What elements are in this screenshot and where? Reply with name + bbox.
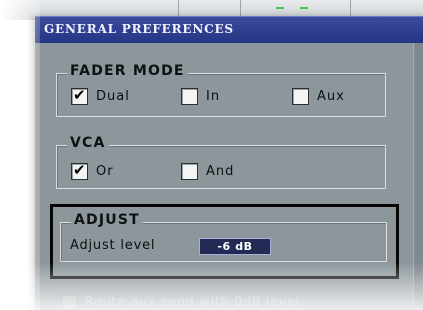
- vca-title: VCA: [67, 135, 109, 151]
- meter-indicator-icon: [300, 7, 308, 9]
- and-label: And: [206, 163, 235, 179]
- fader-mode-in-option[interactable]: In: [181, 87, 220, 105]
- dual-checkbox[interactable]: ✔: [71, 85, 88, 105]
- check-icon: ✔: [73, 160, 86, 179]
- fader-mode-dual-option[interactable]: ✔ Dual: [71, 85, 130, 105]
- route-aux-option[interactable]: Route aux send with 0dB level: [62, 295, 300, 310]
- check-icon: ✔: [73, 85, 86, 104]
- fader-mode-title: FADER MODE: [67, 63, 188, 79]
- vca-or-option[interactable]: ✔ Or: [71, 160, 114, 180]
- adjust-level-label: Adjust level: [70, 238, 156, 253]
- in-label: In: [206, 88, 221, 104]
- or-checkbox[interactable]: ✔: [71, 160, 88, 180]
- meter-indicator-icon: [276, 7, 284, 9]
- screen: GENERAL PREFERENCES FADER MODE ✔ Dual In…: [0, 0, 423, 310]
- or-label: Or: [96, 163, 114, 179]
- left-edge-fade: [0, 0, 40, 310]
- vca-and-option[interactable]: And: [181, 162, 234, 180]
- route-aux-label: Route aux send with 0dB level: [85, 295, 300, 310]
- route-aux-checkbox[interactable]: [62, 295, 77, 310]
- aux-checkbox[interactable]: [292, 87, 309, 105]
- and-checkbox[interactable]: [181, 162, 198, 180]
- dialog-titlebar[interactable]: GENERAL PREFERENCES: [35, 16, 423, 44]
- aux-label: Aux: [317, 88, 345, 104]
- in-checkbox[interactable]: [181, 87, 198, 105]
- side-panel-edge: [413, 43, 423, 310]
- dual-label: Dual: [96, 88, 130, 104]
- adjust-level-field[interactable]: -6 dB: [199, 238, 271, 255]
- fader-mode-aux-option[interactable]: Aux: [292, 87, 345, 105]
- dialog-title: GENERAL PREFERENCES: [44, 22, 234, 36]
